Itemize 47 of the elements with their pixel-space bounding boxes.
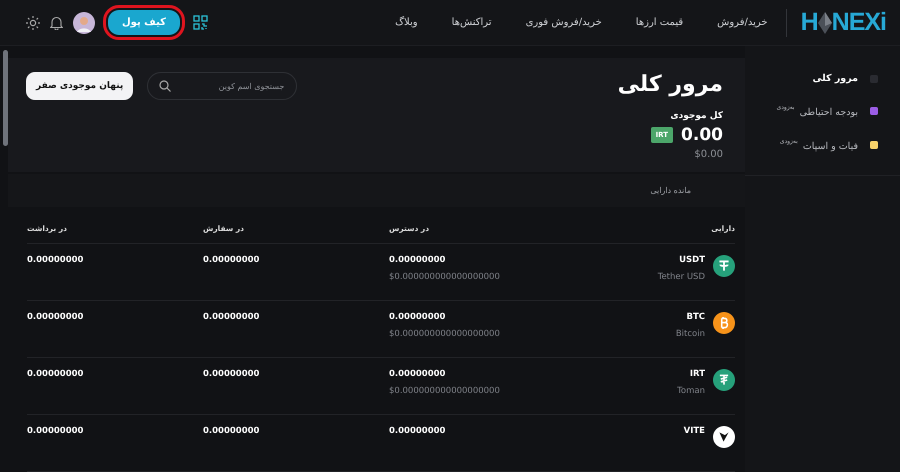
balance-label: کل موجودی <box>670 111 723 121</box>
nav-link[interactable]: تراکنش‌ها <box>452 17 492 28</box>
asset-name: Bitcoin <box>676 329 705 339</box>
available-usd-value: $0.000000000000000000 <box>389 329 501 339</box>
search-field[interactable]: جستجوی اسم کوین <box>147 72 298 100</box>
asset-symbol: VITE <box>684 426 705 436</box>
nav-link[interactable]: خرید/فروش <box>717 17 768 28</box>
nav-link[interactable]: خرید/فروش فوری <box>526 17 602 28</box>
sidebar-item[interactable]: بودجه احتیاطی$^{به‌زودی}$ <box>759 101 878 121</box>
hide-zero-balance-button[interactable]: پنهان موجودی صفر <box>26 72 134 100</box>
available-amount: 0.00000000 <box>389 369 446 379</box>
asset-symbol: BTC <box>685 312 705 322</box>
qr-code-icon[interactable] <box>193 15 208 30</box>
order-amount: 0.00000000 <box>203 426 260 436</box>
available-usd-value: $0.000000000000000000 <box>389 272 501 282</box>
nav-link[interactable]: قیمت ارزها <box>636 17 684 28</box>
sidebar-item[interactable]: مرور کلی <box>759 70 878 87</box>
sidebar-item[interactable]: فیات و اسپات$^{به‌زودی}$ <box>759 135 878 155</box>
available-usd-value: $0.000000000000000000 <box>389 386 501 396</box>
withdrawal-amount: 0.00000000 <box>27 312 84 322</box>
notification-bell-icon[interactable] <box>50 16 63 30</box>
order-amount: 0.00000000 <box>203 369 260 379</box>
balance-usd: $0.00 <box>694 149 723 160</box>
logo[interactable]: H NEXi <box>800 8 886 37</box>
available-amount: 0.00000000 <box>389 426 446 436</box>
sidebar-item-label: مرور کلی <box>812 73 858 84</box>
search-icon <box>159 80 172 92</box>
asset-name: Toman <box>677 386 705 396</box>
section-title: مانده دارایی <box>650 186 691 196</box>
diamond-icon <box>818 12 832 34</box>
nav-link[interactable]: وبلاگ <box>395 17 418 28</box>
sidebar-item-label: بودجه احتیاطی$^{به‌زودی}$ <box>776 104 858 118</box>
page-title: مرور کلی <box>618 72 723 97</box>
available-amount: 0.00000000 <box>389 312 446 322</box>
balance-amount: 0.00 <box>681 125 723 145</box>
order-amount: 0.00000000 <box>203 312 260 322</box>
asset-name: Tether USD <box>658 272 705 282</box>
order-amount: 0.00000000 <box>203 255 260 265</box>
asset-symbol: IRT <box>688 369 705 379</box>
withdrawal-amount: 0.00000000 <box>27 426 84 436</box>
available-amount: 0.00000000 <box>389 255 446 265</box>
asset-symbol: USDT <box>678 255 705 265</box>
withdrawal-amount: 0.00000000 <box>27 255 84 265</box>
sidebar-item-label: فیات و اسپات$^{به‌زودی}$ <box>780 138 858 152</box>
settings-icon[interactable] <box>26 16 40 30</box>
withdrawal-amount: 0.00000000 <box>27 369 84 379</box>
avatar-icon[interactable] <box>73 12 95 34</box>
